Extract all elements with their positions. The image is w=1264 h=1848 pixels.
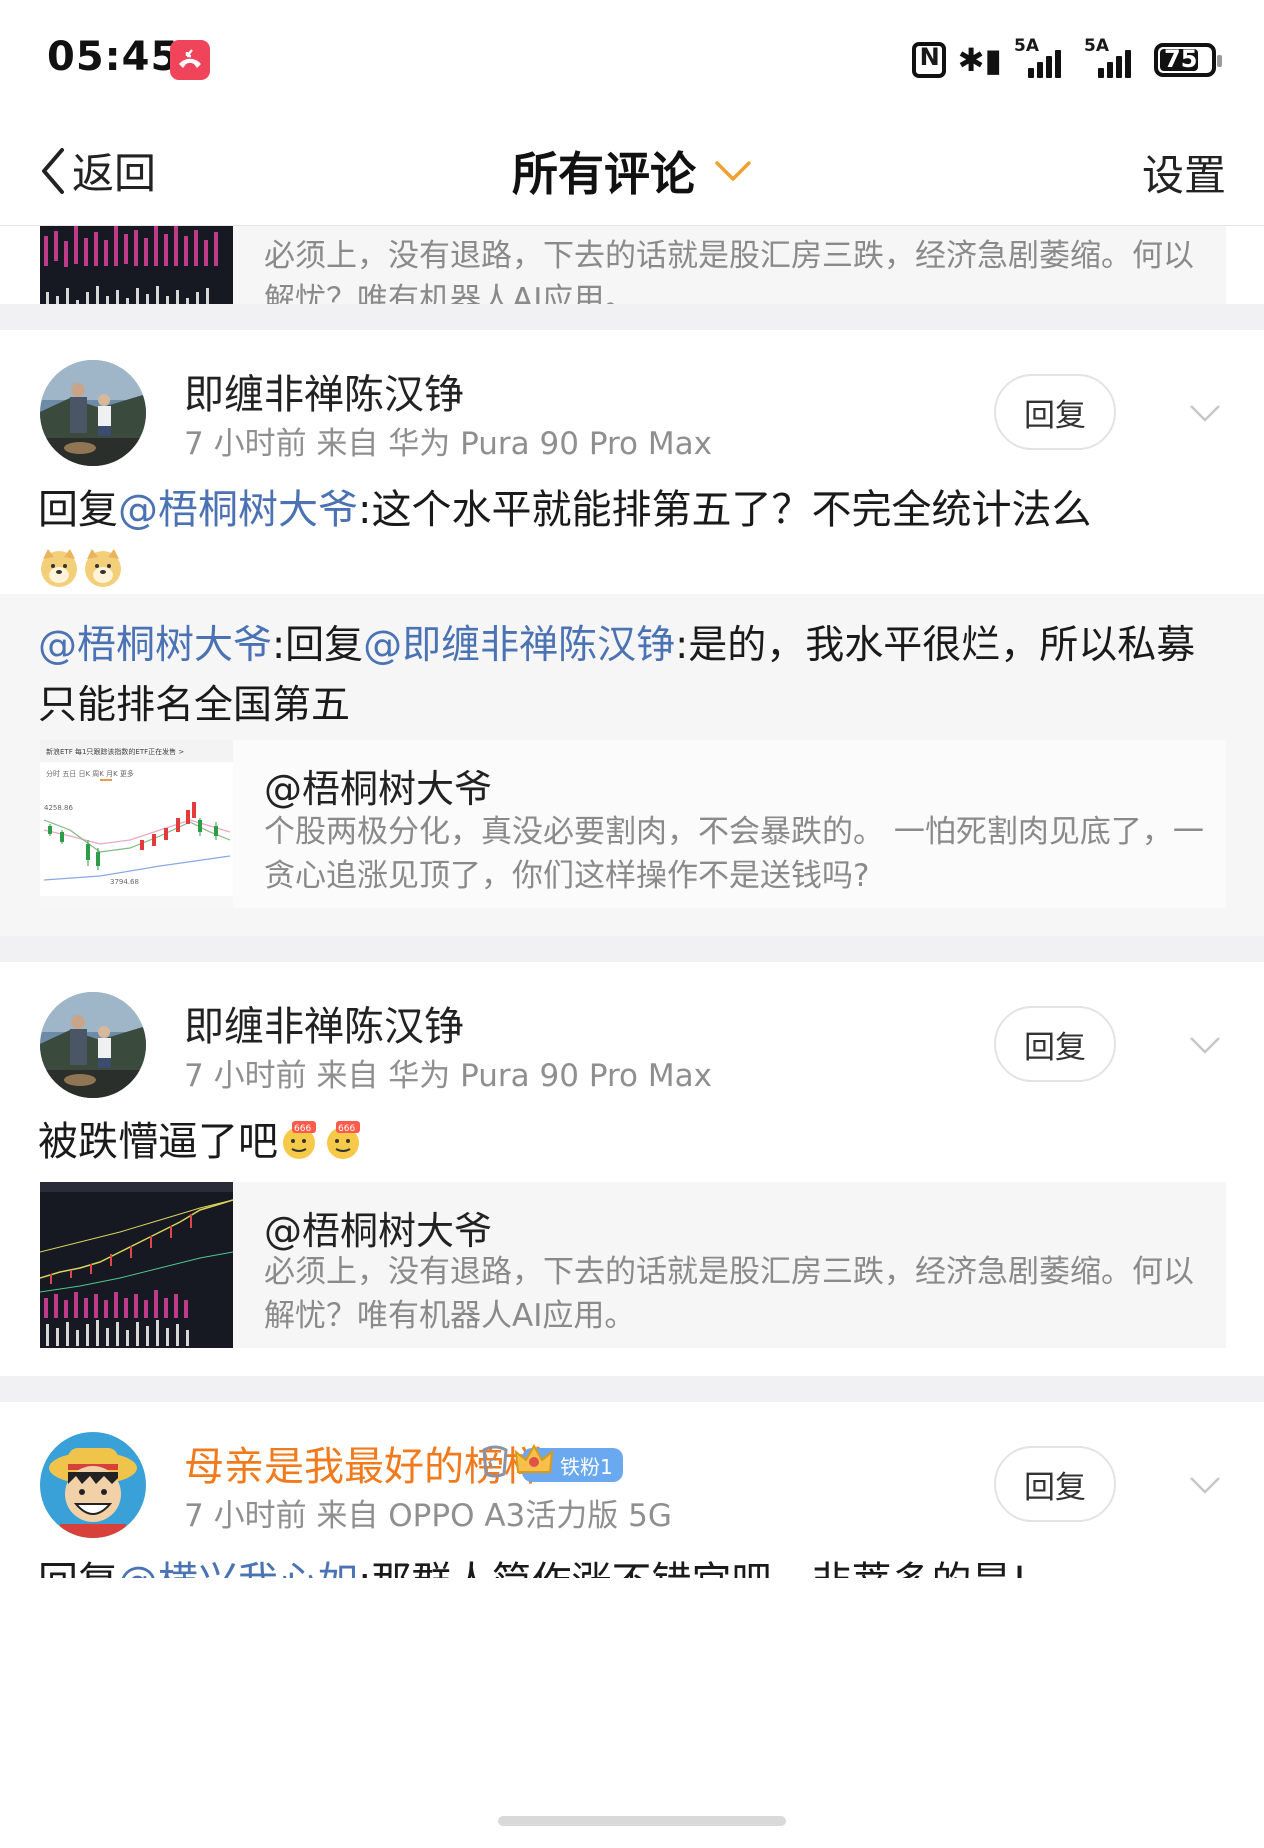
comment-filter-dropdown[interactable]: 所有评论	[0, 138, 1264, 204]
clock: 05:45	[47, 34, 180, 80]
signal-icon-2: 5A	[1084, 36, 1142, 80]
svg-text:666: 666	[338, 1124, 355, 1134]
quoted-post-author[interactable]: @梧桐树大爷	[264, 1200, 492, 1255]
666-emoji-icon: 666	[283, 1121, 316, 1159]
reply-button[interactable]: 回复	[994, 1446, 1116, 1522]
separator	[0, 304, 1264, 330]
comment-item[interactable]: 即缠非禅陈汉铮 7 小时前 来自 华为 Pura 90 Pro Max 回复 被…	[0, 962, 1264, 1354]
chart-thumbnail: 新浪ETF 每1只跟踪该指数的ETF正在发售 > 分时 五日 日K 周K 月K …	[40, 740, 233, 908]
quoted-post-text: 必须上，没有退路，下去的话就是股汇房三跌，经济急剧萎缩。何以解忧？唯有机器人AI…	[264, 1254, 1194, 1334]
missed-call-icon	[170, 40, 210, 80]
quoted-post-text: 个股两极分化，真没必要割肉，不会暴跌的。 一怕死割肉见底了，一贪心追涨见顶了，你…	[264, 814, 1204, 894]
separator	[0, 1376, 1264, 1402]
chevron-down-icon	[715, 161, 751, 181]
home-indicator[interactable]	[498, 1816, 786, 1826]
page-title: 所有评论	[512, 147, 696, 201]
comment-item[interactable]: 即缠非禅陈汉铮 7 小时前 来自 华为 Pura 90 Pro Max 回复 回…	[0, 330, 1264, 594]
separator	[0, 936, 1264, 962]
thumb-header: 新浪ETF 每1只跟踪该指数的ETF正在发售 >	[46, 747, 184, 756]
comment-author[interactable]: 即缠非禅陈汉铮	[184, 994, 464, 1052]
user-mention-link[interactable]: @即缠非禅陈汉铮	[363, 623, 675, 668]
chevron-down-icon[interactable]	[1188, 1468, 1222, 1502]
user-mention-link[interactable]: @梧桐树大爷	[38, 623, 272, 668]
svg-text:c: c	[488, 1453, 497, 1472]
svg-text:666: 666	[294, 1124, 311, 1134]
user-mention-link[interactable]: @横兴我心如	[118, 1559, 358, 1578]
comment-author[interactable]: 即缠非禅陈汉铮	[184, 362, 464, 420]
crown-icon	[514, 1443, 554, 1473]
reply-button[interactable]: 回复	[994, 1006, 1116, 1082]
comment-body: 回复@横兴我心如:那群人简作涨不错宫吧，非菩多的是!	[38, 1548, 1228, 1578]
quoted-post-card[interactable]: @梧桐树大爷 必须上，没有退路，下去的话就是股汇房三跌，经济急剧萎缩。何以解忧？…	[40, 1182, 1226, 1348]
quoted-post-author[interactable]: @梧桐树大爷	[264, 758, 492, 813]
avatar[interactable]	[40, 992, 146, 1098]
top-nav-bar: 返回 所有评论 设置	[0, 118, 1264, 226]
comment-meta: 7 小时前 来自 华为 Pura 90 Pro Max	[184, 426, 712, 462]
thumb-low-label: 3794.68	[110, 878, 139, 886]
sub-reply-text: @梧桐树大爷:回复@即缠非禅陈汉铮:是的，我水平很烂，所以私募只能排名全国第五	[38, 623, 1196, 728]
fan-level-badge: 铁粉1	[514, 1443, 623, 1482]
chart-thumbnail	[40, 1182, 233, 1348]
status-bar: 05:45 ✱▮ 5A 5A 75	[0, 0, 1264, 118]
bluetooth-icon: ✱▮	[957, 41, 1002, 79]
user-mention-link[interactable]: @梧桐树大爷	[118, 487, 358, 533]
chevron-down-icon[interactable]	[1188, 396, 1222, 430]
thumb-tabs: 分时 五日 日K 周K 月K 更多	[46, 769, 134, 778]
comment-body: 回复@梧桐树大爷:这个水平就能排第五了？不完全统计法么	[38, 480, 1228, 600]
comment-item[interactable]: 母亲是我最好的榜样 c 铁粉1 7 小时前 来自 OPPO A3活力版 5G 回…	[0, 1402, 1264, 1848]
nfc-icon	[911, 42, 946, 78]
doge-emoji-icon	[85, 549, 121, 587]
comment-feed[interactable]: 必须上，没有退路，下去的话就是股汇房三跌，经济急剧萎缩。何以解忧？唯有机器人AI…	[0, 226, 1264, 1848]
comment-body: 被跌懵逼了吧 666 666	[38, 1112, 1228, 1172]
comment-meta: 7 小时前 来自 华为 Pura 90 Pro Max	[184, 1058, 712, 1094]
666-emoji-icon: 666	[327, 1121, 360, 1159]
verified-badge-icon: c	[482, 1445, 508, 1478]
quoted-post-card[interactable]: 新浪ETF 每1只跟踪该指数的ETF正在发售 > 分时 五日 日K 周K 月K …	[40, 740, 1226, 908]
thumb-high-label: 4258.86	[44, 804, 73, 812]
avatar[interactable]	[40, 1432, 146, 1538]
reply-button[interactable]: 回复	[994, 374, 1116, 450]
battery-icon: 75	[1154, 43, 1222, 77]
doge-emoji-icon	[41, 549, 77, 587]
system-icons: ✱▮ 5A 5A 75	[911, 36, 1222, 82]
settings-button[interactable]: 设置	[1142, 142, 1226, 203]
avatar[interactable]	[40, 360, 146, 466]
comment-meta: 7 小时前 来自 OPPO A3活力版 5G	[184, 1498, 672, 1534]
chevron-down-icon[interactable]	[1188, 1028, 1222, 1062]
signal-icon: 5A	[1014, 36, 1072, 80]
